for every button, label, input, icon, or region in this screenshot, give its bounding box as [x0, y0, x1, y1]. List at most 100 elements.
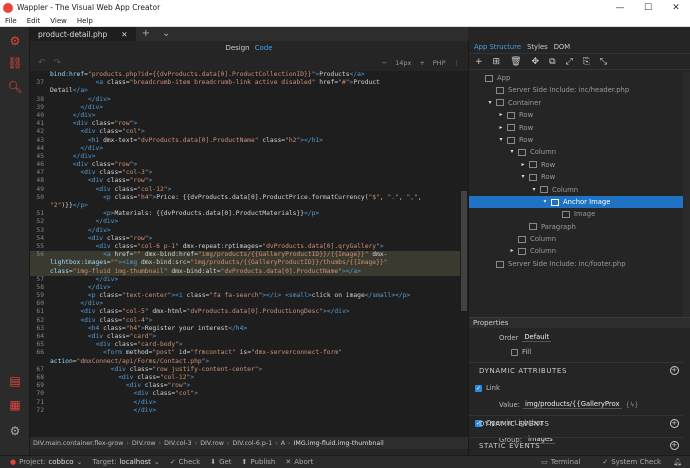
- add-tab-icon[interactable]: +: [136, 27, 156, 41]
- redo-icon[interactable]: ↷: [54, 58, 62, 68]
- code-line[interactable]: 54 <div class="row">: [30, 235, 460, 243]
- tree-node[interactable]: ▾ Anchor Image: [469, 195, 683, 209]
- caret-right-icon[interactable]: ▸: [497, 122, 505, 134]
- tab-app-structure[interactable]: App Structure: [474, 43, 521, 51]
- code-mode-button[interactable]: Code: [255, 44, 273, 52]
- code-line[interactable]: bind:href="products.php?id={{dvProducts.…: [30, 71, 460, 79]
- menu-view[interactable]: View: [45, 17, 72, 25]
- code-line[interactable]: 46 <div class="row">: [30, 161, 460, 169]
- fill-checkbox[interactable]: [511, 348, 518, 356]
- code-line[interactable]: 62 <div class="col-4">: [30, 317, 460, 325]
- caret-right-icon[interactable]: ▸: [497, 109, 505, 121]
- code-line[interactable]: 61 <div class="col-5" dmx-html="dvProduc…: [30, 308, 460, 316]
- caret-right-icon[interactable]: ▸: [508, 245, 516, 257]
- code-line[interactable]: action="dmxConnect/api/Forms/Contact.php…: [30, 358, 460, 366]
- code-line[interactable]: 64 <div class="card">: [30, 333, 460, 341]
- caret-down-icon[interactable]: ▾: [508, 146, 516, 158]
- add-after-icon[interactable]: ⊞: [493, 57, 501, 67]
- code-line[interactable]: 48 <div class="row">: [30, 177, 460, 185]
- tree-node[interactable]: ▸ Column: [469, 245, 683, 257]
- publish-button[interactable]: ⬆ Publish: [242, 458, 276, 466]
- undo-icon[interactable]: ↶: [38, 58, 46, 68]
- code-line[interactable]: 43 <h1 dmx-text="dvProducts.data[0].Prod…: [30, 137, 460, 145]
- language-select[interactable]: PHP: [433, 59, 446, 67]
- code-line[interactable]: 53 </div>: [30, 227, 460, 235]
- get-button[interactable]: ⬇ Get: [210, 458, 231, 466]
- minimize-icon[interactable]: —: [606, 3, 634, 13]
- tree-node[interactable]: Paragraph: [469, 221, 683, 233]
- order-select[interactable]: Default: [522, 333, 552, 342]
- database-icon[interactable]: ▤: [7, 373, 23, 389]
- more-icon[interactable]: ⋮: [454, 59, 461, 67]
- add-icon[interactable]: +: [475, 57, 483, 67]
- code-line[interactable]: 71 </div>: [30, 399, 460, 407]
- code-line[interactable]: 70 <div class="col">: [30, 390, 460, 398]
- code-line[interactable]: 58 </div>: [30, 284, 460, 292]
- code-line[interactable]: 68 <div class="col-12">: [30, 374, 460, 382]
- search-icon[interactable]: 🔍︎: [7, 79, 23, 95]
- code-line[interactable]: 47 <div class="col-3">: [30, 169, 460, 177]
- design-mode-button[interactable]: Design: [225, 44, 249, 52]
- code-line[interactable]: class="img-fluid img-thumbnail" dmx-bind…: [30, 267, 460, 276]
- add-dynamic-event-icon[interactable]: +: [670, 419, 679, 428]
- menu-edit[interactable]: Edit: [22, 17, 46, 25]
- static-events-section[interactable]: STATIC EVENTS +: [469, 437, 683, 453]
- scrollbar-thumb[interactable]: [461, 191, 467, 311]
- breadcrumb-item[interactable]: DIV.row: [129, 440, 159, 447]
- breadcrumb-item[interactable]: DIV.col-6.p-1: [229, 440, 275, 447]
- code-line[interactable]: 60 </div>: [30, 300, 460, 308]
- code-line[interactable]: Detail</a>: [30, 87, 460, 95]
- caret-down-icon[interactable]: ▾: [519, 171, 527, 183]
- add-dynamic-attribute-icon[interactable]: +: [670, 366, 679, 375]
- code-line[interactable]: 63 <h4 class="h4">Register your interest…: [30, 325, 460, 333]
- tree-node[interactable]: ▾ Column: [469, 184, 683, 196]
- code-line[interactable]: 40 </div>: [30, 112, 460, 120]
- link-value-input[interactable]: img/products/{{GalleryProx: [522, 400, 622, 409]
- close-icon[interactable]: ✕: [662, 3, 690, 13]
- code-line[interactable]: 41 <div class="row">: [30, 120, 460, 128]
- tab-styles[interactable]: Styles: [527, 43, 548, 51]
- target-select[interactable]: Target: localhost ⌄: [92, 458, 159, 466]
- tree-node[interactable]: ▸ Row: [469, 122, 683, 134]
- code-line[interactable]: 52 </div>: [30, 218, 460, 226]
- code-line[interactable]: 51 <p>Materials: {{dvProducts.data[0].Pr…: [30, 210, 460, 218]
- menu-help[interactable]: Help: [72, 17, 98, 25]
- tree-node[interactable]: Image: [469, 208, 683, 220]
- terminal-button[interactable]: ▭ Terminal: [541, 458, 580, 466]
- code-line[interactable]: 59 <p class="text-center"><i class="fa f…: [30, 292, 460, 300]
- tree-node[interactable]: ▾ Row: [469, 171, 683, 183]
- code-line[interactable]: lightbox:images=""><img dmx-bind:src="im…: [30, 259, 460, 268]
- editor-scrollbar[interactable]: [460, 71, 468, 437]
- breadcrumb-item[interactable]: DIV.col-3: [161, 440, 195, 447]
- code-line[interactable]: 67 <div class="row justify-content-cente…: [30, 366, 460, 374]
- add-static-event-icon[interactable]: +: [670, 441, 679, 450]
- copy-icon[interactable]: ⧉: [549, 57, 555, 67]
- caret-right-icon[interactable]: ▸: [519, 159, 527, 171]
- code-line[interactable]: 49 <div class="col-12">: [30, 186, 460, 194]
- tree-node[interactable]: Server Side Include: inc/footer.php: [469, 258, 683, 270]
- tree-node[interactable]: ▸ Row: [469, 159, 683, 171]
- check-button[interactable]: ✓ Check: [170, 458, 200, 466]
- settings-gear-icon[interactable]: ⚙: [7, 423, 23, 439]
- dynamic-attributes-section[interactable]: DYNAMIC ATTRIBUTES +: [469, 362, 683, 378]
- font-size-value[interactable]: 14px: [395, 59, 411, 67]
- code-editor[interactable]: bind:href="products.php?id={{dvProducts.…: [30, 71, 460, 437]
- code-line[interactable]: 38 </div>: [30, 96, 460, 104]
- tree-node[interactable]: Server Side Include: inc/header.php: [469, 84, 683, 96]
- breadcrumb-item[interactable]: DIV.row: [197, 440, 227, 447]
- chevron-down-icon[interactable]: ⌄: [156, 27, 176, 41]
- code-line[interactable]: 45 </div>: [30, 153, 460, 161]
- move-icon[interactable]: ✥: [532, 57, 540, 67]
- tree-node[interactable]: ▾ Column: [469, 146, 683, 158]
- code-line[interactable]: 44 </div>: [30, 145, 460, 153]
- caret-down-icon[interactable]: ▾: [486, 97, 494, 109]
- notification-bell-icon[interactable]: 🔔︎: [673, 458, 682, 466]
- caret-down-icon[interactable]: ▾: [497, 134, 505, 146]
- breadcrumb-item[interactable]: IMG.img-fluid.img-thumbnail: [291, 440, 387, 447]
- caret-down-icon[interactable]: ▾: [541, 196, 549, 208]
- maximize-icon[interactable]: ☐: [634, 3, 662, 13]
- code-line[interactable]: 66 <form method="post" id="frmcontact" i…: [30, 349, 460, 357]
- data-binding-icon[interactable]: {ϟ}: [626, 401, 639, 409]
- code-line[interactable]: 65 <div class="card-body">: [30, 341, 460, 349]
- code-line[interactable]: 42 <div class="col">: [30, 128, 460, 136]
